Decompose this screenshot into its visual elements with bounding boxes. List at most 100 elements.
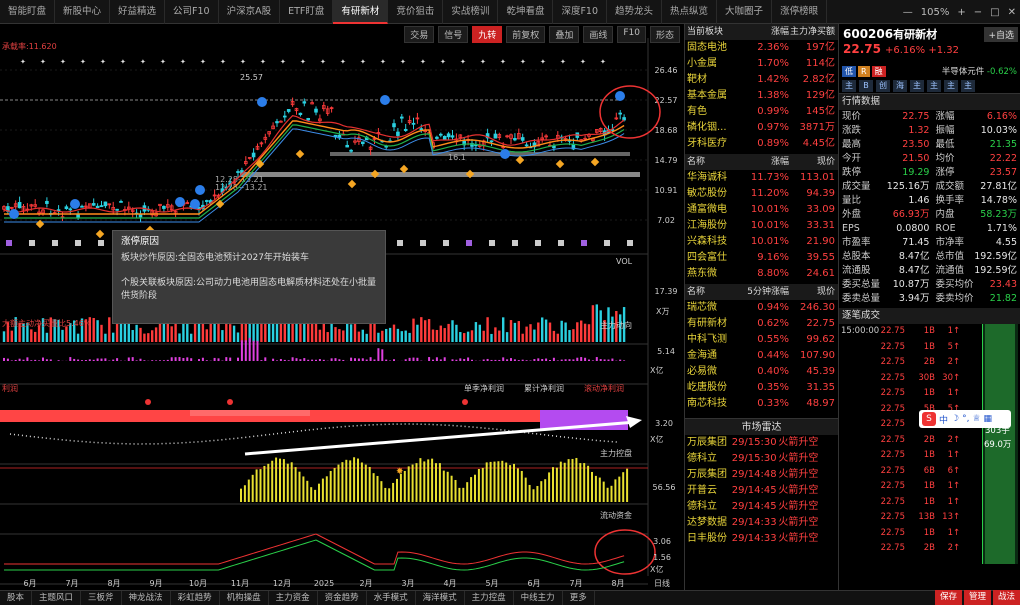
volume-bar (377, 332, 380, 342)
radar-row[interactable]: 万辰集团 29/15:30 火箭升空 (685, 435, 838, 451)
bottom-tab-3[interactable]: 神龙战法 (122, 591, 171, 605)
sector-rows-row[interactable]: 固态电池 2.36% 197亿 (685, 40, 838, 56)
leader-rows-row[interactable]: 敏芯股份 11.20% 94.39 (685, 186, 838, 202)
bottom-right-button-0[interactable]: 保存 (934, 590, 962, 605)
toolbar-button-1[interactable]: 信号 (438, 26, 469, 43)
tab-3[interactable]: 公司F10 (165, 0, 219, 24)
feature-icon-6[interactable]: 主 (944, 79, 958, 92)
toolbar-button-5[interactable]: 画线 (583, 26, 614, 43)
flow-bar (576, 357, 579, 361)
feature-icon-7[interactable]: 主 (961, 79, 975, 92)
bottom-tab-7[interactable]: 资金趋势 (318, 591, 367, 605)
fivemin-rows-row[interactable]: 南芯科技 0.33% 48.97 (685, 396, 838, 412)
radar-name: 万辰集团 (687, 437, 727, 448)
bottom-tab-11[interactable]: 中线主力 (514, 591, 563, 605)
feature-icon-0[interactable]: 主 (842, 79, 856, 92)
tab-4[interactable]: 沪深京A股 (219, 0, 281, 24)
leader-rows-row[interactable]: 通富微电 10.01% 33.09 (685, 202, 838, 218)
tab-9[interactable]: 乾坤看盘 (498, 0, 554, 24)
feature-icon-1[interactable]: B (859, 79, 873, 92)
ime-lang-icon[interactable]: 中 (939, 413, 948, 426)
stock-panel: 600206有研新材 +自选 22.75 +6.16% +1.32 低 R 融 半… (838, 24, 1020, 590)
fivemin-rows-row[interactable]: 中科飞测 0.55% 99.62 (685, 332, 838, 348)
maximize-icon[interactable]: □ (990, 7, 999, 18)
bottom-tab-12[interactable]: 更多 (563, 591, 595, 605)
tab-1[interactable]: 新股中心 (55, 0, 111, 24)
tab-0[interactable]: 智能盯盘 (0, 0, 56, 24)
control-bar (555, 467, 558, 502)
toolbar-button-3[interactable]: 前复权 (506, 26, 546, 43)
radar-row[interactable]: 开普云 29/14:45 火箭升空 (685, 483, 838, 499)
leader-rows-row[interactable]: 燕东微 8.80% 24.61 (685, 266, 838, 282)
leader-rows-row[interactable]: 江海股份 10.01% 33.31 (685, 218, 838, 234)
tab-13[interactable]: 大咖圈子 (717, 0, 773, 24)
sector-rows-row[interactable]: 小金属 1.70% 114亿 (685, 56, 838, 72)
fivemin-rows-row[interactable]: 金海通 0.44% 107.90 (685, 348, 838, 364)
add-watchlist-button[interactable]: +自选 (984, 27, 1018, 42)
kline-chart-area[interactable]: 26.46 22.57 18.68 14.79 10.91 7.02 承载率:11.620 2… (0, 24, 684, 590)
sector-rows-row[interactable]: 磷化铟... 0.97% 3871万 (685, 120, 838, 136)
leader-rows-row[interactable]: 四会富仕 9.16% 39.55 (685, 250, 838, 266)
tab-6[interactable]: 有研新材 (333, 0, 389, 24)
ime-moon-icon[interactable]: ☽ (951, 414, 959, 424)
toolbar-button-4[interactable]: 叠加 (549, 26, 580, 43)
bottom-tab-4[interactable]: 彩虹趋势 (171, 591, 220, 605)
leader-rows-row[interactable]: 兴森科技 10.01% 21.90 (685, 234, 838, 250)
leader-rows-row[interactable]: 华海诚科 11.73% 113.01 (685, 170, 838, 186)
tab-8[interactable]: 实战榜训 (443, 0, 499, 24)
bottom-tab-6[interactable]: 主力资金 (269, 591, 318, 605)
sector-rows-row[interactable]: 基本金属 1.38% 129亿 (685, 88, 838, 104)
bottom-tab-9[interactable]: 海洋模式 (416, 591, 465, 605)
close-icon[interactable]: ✕ (1008, 7, 1016, 18)
x-tick: 5月 (485, 579, 498, 588)
minus-zoom-icon[interactable]: — (903, 7, 913, 18)
feature-icon-5[interactable]: 主 (927, 79, 941, 92)
feature-icon-2[interactable]: 创 (876, 79, 890, 92)
ime-grid-icon[interactable]: ▦ (984, 414, 993, 424)
candle-body (411, 122, 416, 125)
tab-2[interactable]: 好益精选 (110, 0, 166, 24)
fivemin-rows-row[interactable]: 必易微 0.40% 45.39 (685, 364, 838, 380)
control-bar (341, 462, 344, 502)
sector-rows-row[interactable]: 有色 0.99% 145亿 (685, 104, 838, 120)
tab-5[interactable]: ETF盯盘 (280, 0, 334, 24)
bottom-tab-0[interactable]: 股本 (0, 591, 33, 605)
radar-row[interactable]: 德科立 29/15:30 火箭升空 (685, 451, 838, 467)
minimize-icon[interactable]: − (974, 7, 982, 18)
ime-punct-icon[interactable]: °, (962, 414, 969, 424)
toolbar-button-0[interactable]: 交易 (404, 26, 435, 43)
bottom-right-button-1[interactable]: 管理 (963, 590, 991, 605)
bottom-tab-2[interactable]: 三板斧 (81, 591, 122, 605)
tab-11[interactable]: 趋势龙头 (607, 0, 663, 24)
tab-10[interactable]: 深度F10 (553, 0, 608, 24)
radar-row[interactable]: 日丰股份 29/14:33 火箭升空 (685, 531, 838, 547)
fivemin-rows-row[interactable]: 屹唐股份 0.35% 31.35 (685, 380, 838, 396)
tab-14[interactable]: 涨停榜眼 (772, 0, 828, 24)
feature-icon-3[interactable]: 海 (893, 79, 907, 92)
bottom-tab-5[interactable]: 机构操盘 (220, 591, 269, 605)
control-bar (594, 475, 597, 502)
bottom-tab-8[interactable]: 水手模式 (367, 591, 416, 605)
ime-shirt-icon[interactable]: ♕ (972, 414, 980, 424)
input-method-bar[interactable]: S 中 ☽ °, ♕ ▦ (919, 410, 1011, 428)
fivemin-rows-row[interactable]: 有研新材 0.62% 22.75 (685, 316, 838, 332)
tab-7[interactable]: 竞价狙击 (388, 0, 444, 24)
stock-sector[interactable]: 半导体元件 -0.62% (942, 65, 1017, 77)
sector-rows-row[interactable]: 靶材 1.42% 2.82亿 (685, 72, 838, 88)
volume-bar (451, 320, 454, 342)
radar-row[interactable]: 达梦数据 29/14:33 火箭升空 (685, 515, 838, 531)
plus-zoom-icon[interactable]: + (957, 7, 965, 18)
toolbar-button-6[interactable]: F10 (617, 26, 646, 43)
sector-rows-row[interactable]: 牙科医疗 0.89% 4.45亿 (685, 136, 838, 152)
fivemin-rows-row[interactable]: 瑞芯微 0.94% 246.30 (685, 300, 838, 316)
radar-row[interactable]: 万辰集团 29/14:48 火箭升空 (685, 467, 838, 483)
bottom-tab-10[interactable]: 主力控盘 (465, 591, 514, 605)
toolbar-button-2[interactable]: 九转 (472, 26, 503, 43)
radar-row[interactable]: 德科立 29/14:45 火箭升空 (685, 499, 838, 515)
tick-count: 1 (947, 527, 953, 538)
toolbar-button-7[interactable]: 形态 (649, 26, 680, 43)
bottom-tab-1[interactable]: 主题风口 (32, 591, 82, 605)
bottom-right-button-2[interactable]: 战法 (992, 590, 1020, 605)
feature-icon-4[interactable]: 主 (910, 79, 924, 92)
tab-12[interactable]: 热点纵览 (662, 0, 718, 24)
